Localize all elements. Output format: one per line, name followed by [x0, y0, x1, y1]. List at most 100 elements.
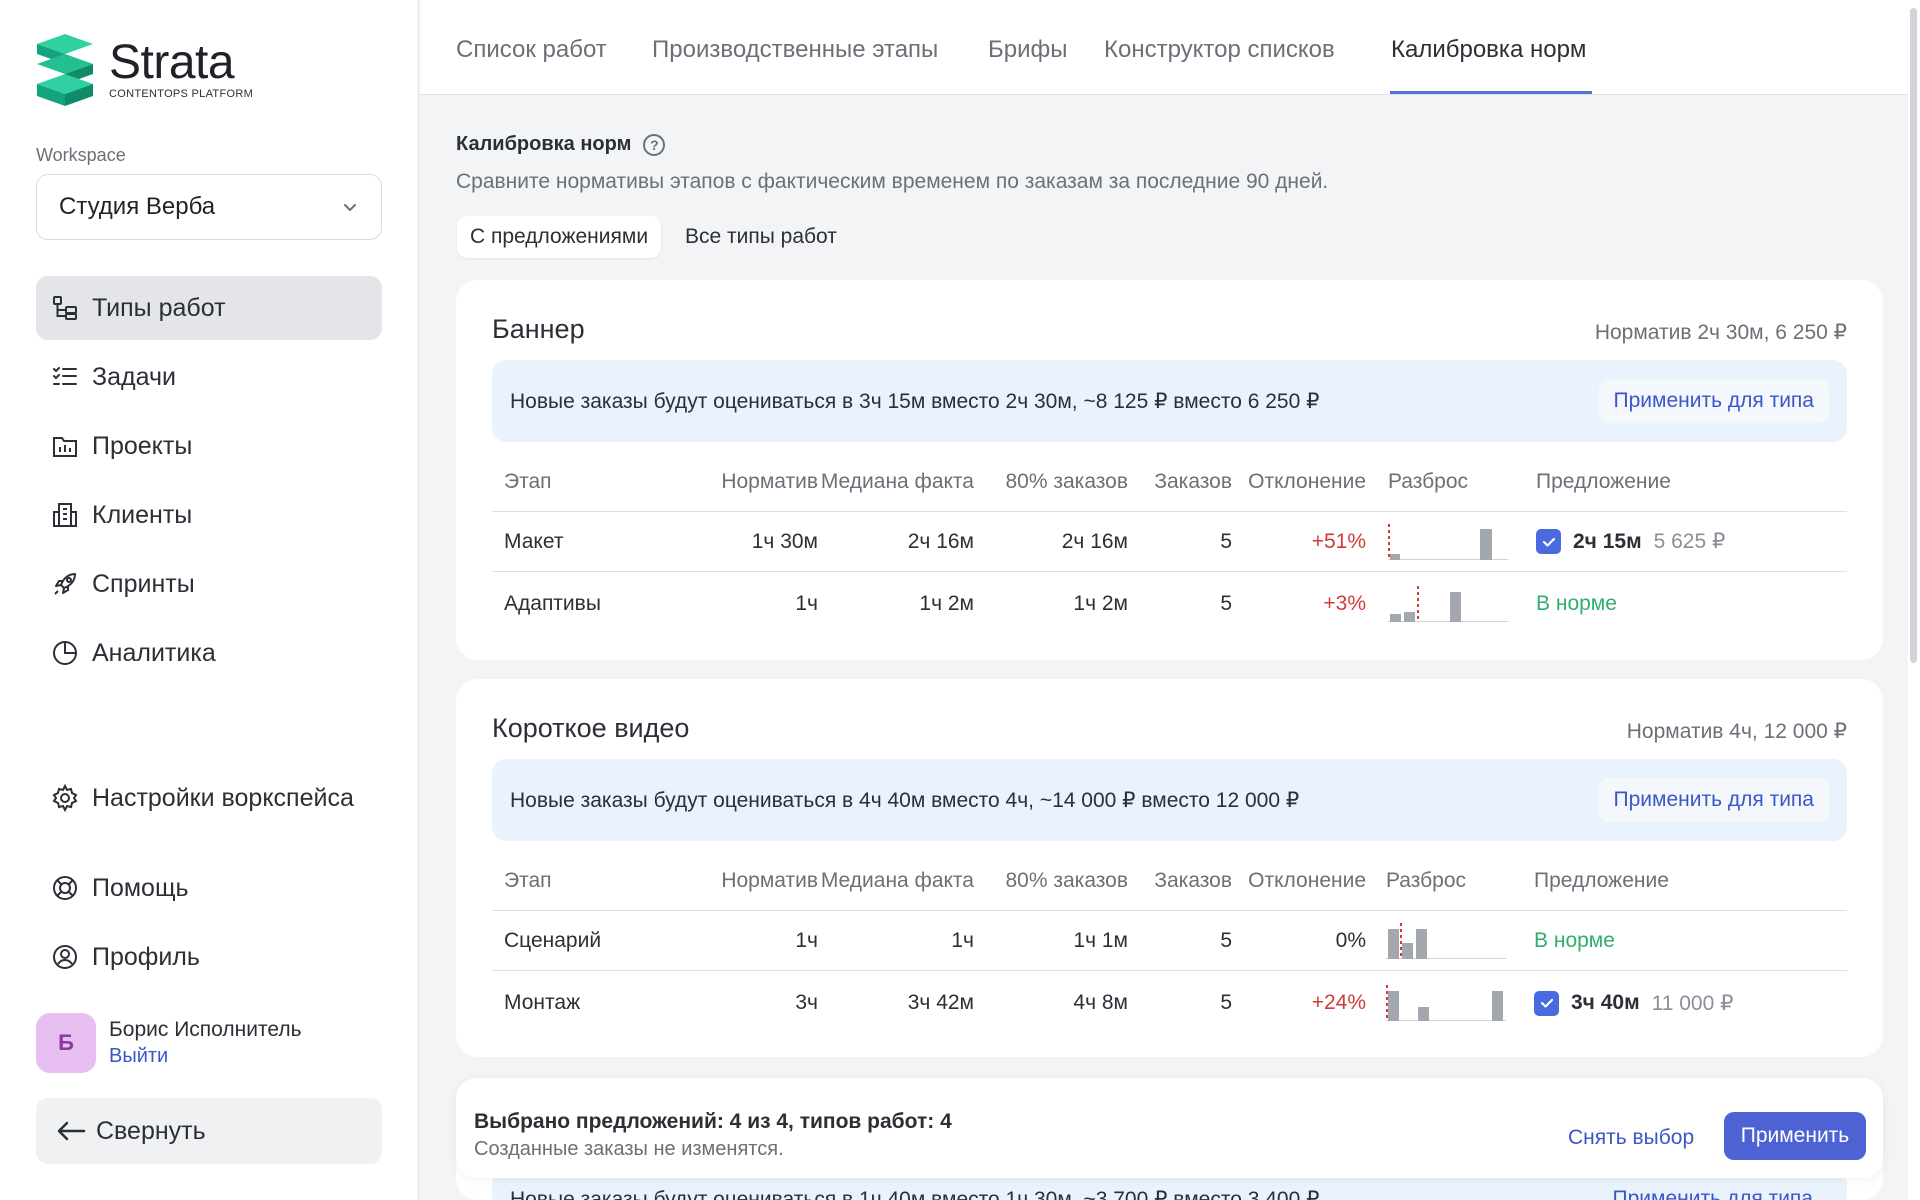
workspace-select[interactable]: Студия Верба	[36, 174, 382, 240]
orders-value: 5	[1220, 592, 1232, 615]
median-value: 1ч 2м	[919, 592, 974, 615]
p80-value: 4ч 8м	[1073, 991, 1128, 1014]
work-type-card: Короткое видео Норматив 4ч, 12 000 ₽ Нов…	[456, 679, 1883, 1057]
user-name: Борис Исполнитель	[109, 1018, 302, 1041]
norm-value: 1ч 30м	[751, 529, 818, 553]
selection-summary: Выбрано предложений: 4 из 4, типов работ…	[474, 1110, 952, 1133]
top-tabs: Список работ Производственные этапы Бриф…	[420, 0, 1908, 95]
col-median: Медиана факта	[820, 868, 974, 892]
chevron-down-icon	[344, 204, 356, 212]
tab-list-builder[interactable]: Конструктор списков	[1104, 36, 1335, 64]
sidebar-item-analytics[interactable]: Аналитика	[36, 621, 382, 685]
col-norm: Норматив	[721, 868, 818, 892]
spread-sparkline	[1386, 985, 1506, 1021]
sidebar-item-work-types[interactable]: Типы работ	[36, 276, 382, 340]
proposal-time: 2ч 15м	[1573, 529, 1642, 553]
tasks-icon	[50, 362, 80, 392]
banner-text: Новые заказы будут оцениваться в 4ч 40м …	[510, 788, 1300, 812]
apply-for-type-button[interactable]: Применить для типа	[1598, 778, 1829, 822]
work-type-card: Баннер Норматив 2ч 30м, 6 250 ₽ Новые за…	[456, 280, 1883, 660]
stage-name: Макет	[504, 529, 564, 553]
sidebar-item-projects[interactable]: Проекты	[36, 414, 382, 478]
table-header: Этап Норматив Медиана факта 80% заказов …	[492, 452, 1847, 512]
sidebar-item-sprints[interactable]: Спринты	[36, 552, 382, 616]
status-ok: В норме	[1534, 928, 1615, 952]
p80-value: 1ч 2м	[1073, 592, 1128, 615]
rocket-icon	[50, 569, 80, 599]
col-proposal: Предложение	[1534, 868, 1669, 892]
sidebar-item-clients[interactable]: Клиенты	[36, 483, 382, 547]
logout-link[interactable]: Выйти	[109, 1045, 302, 1068]
proposal-cell: 2ч 15м 5 625 ₽	[1536, 512, 1725, 571]
tab-work-list[interactable]: Список работ	[456, 36, 607, 64]
sidebar-item-label: Спринты	[92, 569, 195, 598]
col-stage: Этап	[504, 469, 552, 493]
tab-briefs[interactable]: Брифы	[988, 36, 1068, 64]
col-median: Медиана факта	[820, 469, 974, 493]
filter-with-proposals[interactable]: С предложениями	[457, 216, 662, 258]
p80-value: 1ч 1м	[1073, 928, 1128, 952]
col-orders: Заказов	[1154, 469, 1232, 493]
spread-sparkline	[1386, 923, 1506, 959]
col-spread: Разброс	[1386, 868, 1467, 892]
col-stage: Этап	[504, 868, 552, 892]
brand-subtitle: CONTENTOPS PLATFORM	[109, 88, 254, 100]
collapse-button[interactable]: Свернуть	[36, 1098, 382, 1164]
proposal-checkbox[interactable]	[1536, 529, 1561, 554]
sidebar-item-tasks[interactable]: Задачи	[36, 345, 382, 409]
sidebar-item-label: Аналитика	[92, 638, 216, 667]
proposal-time: 3ч 40м	[1571, 991, 1640, 1014]
sidebar-item-label: Клиенты	[92, 500, 193, 529]
tab-norm-calibration[interactable]: Калибровка норм	[1391, 36, 1586, 64]
deviation-value: 0%	[1335, 928, 1366, 952]
sidebar-item-label: Профиль	[92, 942, 200, 971]
col-spread: Разброс	[1388, 469, 1469, 493]
proposal-price: 11 000 ₽	[1651, 991, 1734, 1015]
clear-selection-button[interactable]: Снять выбор	[1568, 1126, 1694, 1150]
proposal-price: 5 625 ₽	[1653, 530, 1726, 553]
gear-icon	[50, 783, 80, 813]
proposal-checkbox[interactable]	[1534, 990, 1559, 1016]
collapse-label: Свернуть	[96, 1116, 206, 1145]
estimate-banner: Новые заказы будут оцениваться в 4ч 40м …	[492, 759, 1847, 841]
norm-value: 1ч	[795, 592, 818, 615]
apply-for-type-button[interactable]: Применить для типа	[1598, 379, 1829, 423]
apply-button[interactable]: Применить	[1724, 1112, 1866, 1160]
apply-for-type-button[interactable]: Применить для типа	[1613, 1187, 1813, 1200]
projects-icon	[50, 431, 80, 461]
deviation-value: +3%	[1323, 592, 1366, 615]
work-types-icon	[50, 293, 80, 323]
workspace-label: Workspace	[36, 145, 126, 165]
active-tab-indicator	[1390, 91, 1592, 94]
orders-value: 5	[1220, 529, 1232, 553]
norm-value: 1ч	[795, 928, 818, 952]
table-row: Макет 1ч 30м 2ч 16м 2ч 16м 5 +51% 2ч 15м…	[492, 512, 1847, 572]
logo[interactable]: Strata CONTENTOPS PLATFORM	[35, 34, 253, 106]
clients-icon	[50, 500, 80, 530]
scrollbar-thumb[interactable]	[1910, 8, 1917, 663]
arrow-left-icon	[57, 1121, 86, 1141]
strata-logo-icon	[37, 34, 93, 106]
pie-chart-icon	[50, 638, 80, 668]
col-deviation: Отклонение	[1248, 868, 1366, 892]
spread-sparkline	[1388, 586, 1508, 622]
sidebar-item-help[interactable]: Помощь	[36, 856, 382, 920]
card-title: Короткое видео	[492, 713, 690, 743]
help-icon[interactable]: ?	[643, 133, 666, 156]
median-value: 2ч 16м	[907, 529, 974, 553]
filter-all-work-types[interactable]: Все типы работ	[672, 216, 850, 258]
stage-name: Адаптивы	[504, 592, 601, 615]
table-row: Адаптивы 1ч 1ч 2м 1ч 2м 5 +3% В норме	[492, 574, 1847, 634]
selection-action-bar: Выбрано предложений: 4 из 4, типов работ…	[456, 1078, 1883, 1178]
tab-production-stages[interactable]: Производственные этапы	[652, 36, 938, 64]
sidebar-item-settings[interactable]: Настройки воркспейса	[36, 766, 382, 830]
col-p80: 80% заказов	[1005, 469, 1129, 493]
table-header: Этап Норматив Медиана факта 80% заказов …	[492, 851, 1847, 911]
avatar[interactable]: Б	[36, 1013, 96, 1073]
user-circle-icon	[50, 942, 80, 972]
sidebar-item-label: Типы работ	[92, 293, 226, 322]
col-norm: Норматив	[721, 469, 818, 493]
check-icon	[1542, 537, 1555, 547]
col-deviation: Отклонение	[1248, 469, 1366, 493]
sidebar-item-profile[interactable]: Профиль	[36, 925, 382, 989]
